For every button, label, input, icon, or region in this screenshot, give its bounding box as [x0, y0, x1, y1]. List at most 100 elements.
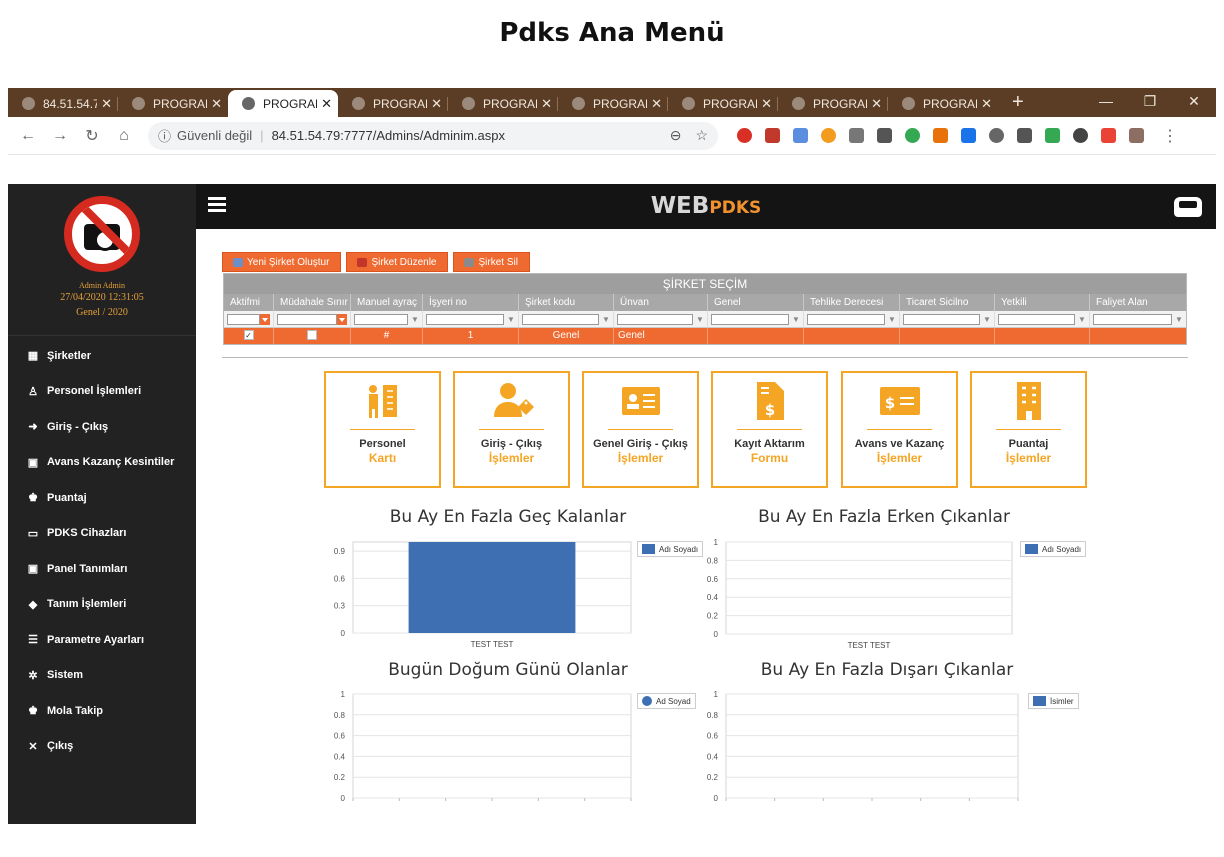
shortcut-tile[interactable]: Genel Giriş - Çıkış İşlemler [582, 371, 699, 488]
extension-icon[interactable] [765, 128, 780, 143]
browser-tab[interactable]: PROGRAM ✕ [888, 90, 998, 117]
column-header[interactable]: Tehlike Derecesi [804, 294, 900, 311]
filter-icon[interactable]: ▼ [983, 315, 991, 324]
filter-input[interactable] [807, 313, 885, 325]
intervention-checkbox[interactable] [307, 330, 317, 341]
shortcut-tile[interactable]: $ Kayıt Aktarım Formu [711, 371, 828, 488]
close-tab-icon[interactable]: ✕ [761, 96, 772, 112]
new-company-button[interactable]: Yeni Şirket Oluştur [222, 252, 342, 272]
home-icon[interactable]: ⌂ [112, 127, 136, 145]
filter-icon[interactable]: ▼ [792, 315, 800, 324]
browser-tab[interactable]: PROGRAM ✕ [448, 90, 558, 117]
extension-icon[interactable] [737, 128, 752, 143]
minimize-icon[interactable]: — [1084, 88, 1128, 115]
sidebar-item[interactable]: ▭ PDKS Cihazları [8, 516, 196, 552]
column-header[interactable]: Şirket kodu [519, 294, 614, 311]
filter-icon[interactable]: ▼ [696, 315, 704, 324]
filter-input[interactable] [903, 313, 980, 325]
sidebar-item[interactable]: ☰ Parametre Ayarları [8, 622, 196, 658]
filter-input[interactable] [1093, 313, 1172, 325]
close-tab-icon[interactable]: ✕ [101, 96, 112, 112]
menu-kebab-icon[interactable]: ⋮ [1158, 126, 1182, 146]
edit-company-button[interactable]: Şirket Düzenle [346, 252, 449, 272]
close-tab-icon[interactable]: ✕ [871, 96, 882, 112]
browser-tab[interactable]: PROGRAM ✕ [228, 90, 338, 117]
column-header[interactable]: Ünvan [614, 294, 708, 311]
inbox-icon[interactable] [1174, 197, 1202, 217]
bookmark-star-icon[interactable]: ☆ [695, 127, 708, 144]
filter-select[interactable] [227, 313, 260, 325]
chevron-down-icon[interactable] [260, 313, 270, 325]
address-bar[interactable]: ⓘ Güvenli değil | 84.51.54.79:7777/Admin… [148, 121, 718, 150]
filter-icon[interactable]: ▼ [1175, 315, 1183, 324]
filter-input[interactable] [711, 313, 789, 325]
back-icon[interactable]: ← [16, 127, 40, 145]
browser-tab[interactable]: PROGRAM ✕ [668, 90, 778, 117]
filter-icon[interactable]: ▼ [888, 315, 896, 324]
sidebar-item[interactable]: ◆ Tanım İşlemleri [8, 587, 196, 623]
filter-input[interactable] [426, 313, 504, 325]
browser-tab[interactable]: PROGRAM ✕ [778, 90, 888, 117]
cell-aktif[interactable]: ✓ [224, 328, 274, 344]
browser-tab[interactable]: PROGRAM ✕ [338, 90, 448, 117]
extension-icon[interactable] [989, 128, 1004, 143]
extension-icon[interactable] [1101, 128, 1116, 143]
close-window-icon[interactable]: ✕ [1172, 88, 1216, 115]
extension-icon[interactable] [1073, 128, 1088, 143]
extension-icon[interactable] [933, 128, 948, 143]
close-tab-icon[interactable]: ✕ [651, 96, 662, 112]
table-row[interactable]: ✓ # 1 Genel Genel [224, 328, 1186, 344]
column-header[interactable]: Aktifmi [224, 294, 274, 311]
zoom-icon[interactable]: ⊖ [670, 127, 682, 144]
sidebar-item[interactable]: ♚ Puantaj [8, 480, 196, 516]
extension-icon[interactable] [793, 128, 808, 143]
bar[interactable] [408, 542, 576, 633]
shortcut-tile[interactable]: $ Avans ve Kazanç İşlemler [841, 371, 958, 488]
close-tab-icon[interactable]: ✕ [981, 96, 992, 112]
column-header[interactable]: Ticaret Sicilno [900, 294, 995, 311]
sidebar-item[interactable]: ♚ Mola Takip [8, 693, 196, 729]
sidebar-item[interactable]: ▣ Panel Tanımları [8, 551, 196, 587]
close-tab-icon[interactable]: ✕ [211, 96, 222, 112]
close-tab-icon[interactable]: ✕ [431, 96, 442, 112]
reload-icon[interactable]: ↻ [80, 126, 104, 146]
info-icon[interactable]: ⓘ [158, 126, 171, 145]
active-checkbox[interactable]: ✓ [243, 330, 254, 341]
extension-icon[interactable] [877, 128, 892, 143]
sidebar-item[interactable]: ➜ Giriş - Çıkış [8, 409, 196, 445]
delete-company-button[interactable]: Şirket Sil [453, 252, 530, 272]
filter-select[interactable] [277, 313, 337, 325]
browser-tab[interactable]: PROGRAM ✕ [118, 90, 228, 117]
sidebar-item[interactable]: ✕ Çıkış [8, 729, 196, 765]
filter-input[interactable] [522, 313, 599, 325]
sidebar-item[interactable]: ♙ Personel İşlemleri [8, 374, 196, 410]
forward-icon[interactable]: → [48, 127, 72, 145]
extension-icon[interactable] [1017, 128, 1032, 143]
chevron-down-icon[interactable] [337, 313, 347, 325]
column-header[interactable]: İşyeri no [423, 294, 519, 311]
filter-icon[interactable]: ▼ [1078, 315, 1086, 324]
column-header[interactable]: Manuel ayraç [351, 294, 423, 311]
filter-icon[interactable]: ▼ [507, 315, 515, 324]
url-text[interactable]: 84.51.54.79:7777/Admins/Adminim.aspx [272, 128, 656, 143]
extension-icon[interactable] [961, 128, 976, 143]
extension-icon[interactable] [849, 128, 864, 143]
cell-mudahale[interactable] [274, 328, 351, 344]
extension-icon[interactable] [905, 128, 920, 143]
filter-icon[interactable]: ▼ [411, 315, 419, 324]
filter-input[interactable] [354, 313, 408, 325]
browser-tab[interactable]: 84.51.54.7 ✕ [8, 90, 118, 117]
shortcut-tile[interactable]: Personel Kartı [324, 371, 441, 488]
column-header[interactable]: Genel [708, 294, 804, 311]
filter-input[interactable] [617, 313, 693, 325]
filter-icon[interactable]: ▼ [602, 315, 610, 324]
close-tab-icon[interactable]: ✕ [321, 96, 332, 112]
shortcut-tile[interactable]: Puantaj İşlemler [970, 371, 1087, 488]
column-header[interactable]: Yetkili [995, 294, 1090, 311]
filter-input[interactable] [998, 313, 1075, 325]
column-header[interactable]: Faliyet Alan [1090, 294, 1186, 311]
extension-icon[interactable] [1129, 128, 1144, 143]
extension-icon[interactable] [821, 128, 836, 143]
sidebar-item[interactable]: ▣ Avans Kazanç Kesintiler [8, 445, 196, 481]
shortcut-tile[interactable]: Giriş - Çıkış İşlemler [453, 371, 570, 488]
